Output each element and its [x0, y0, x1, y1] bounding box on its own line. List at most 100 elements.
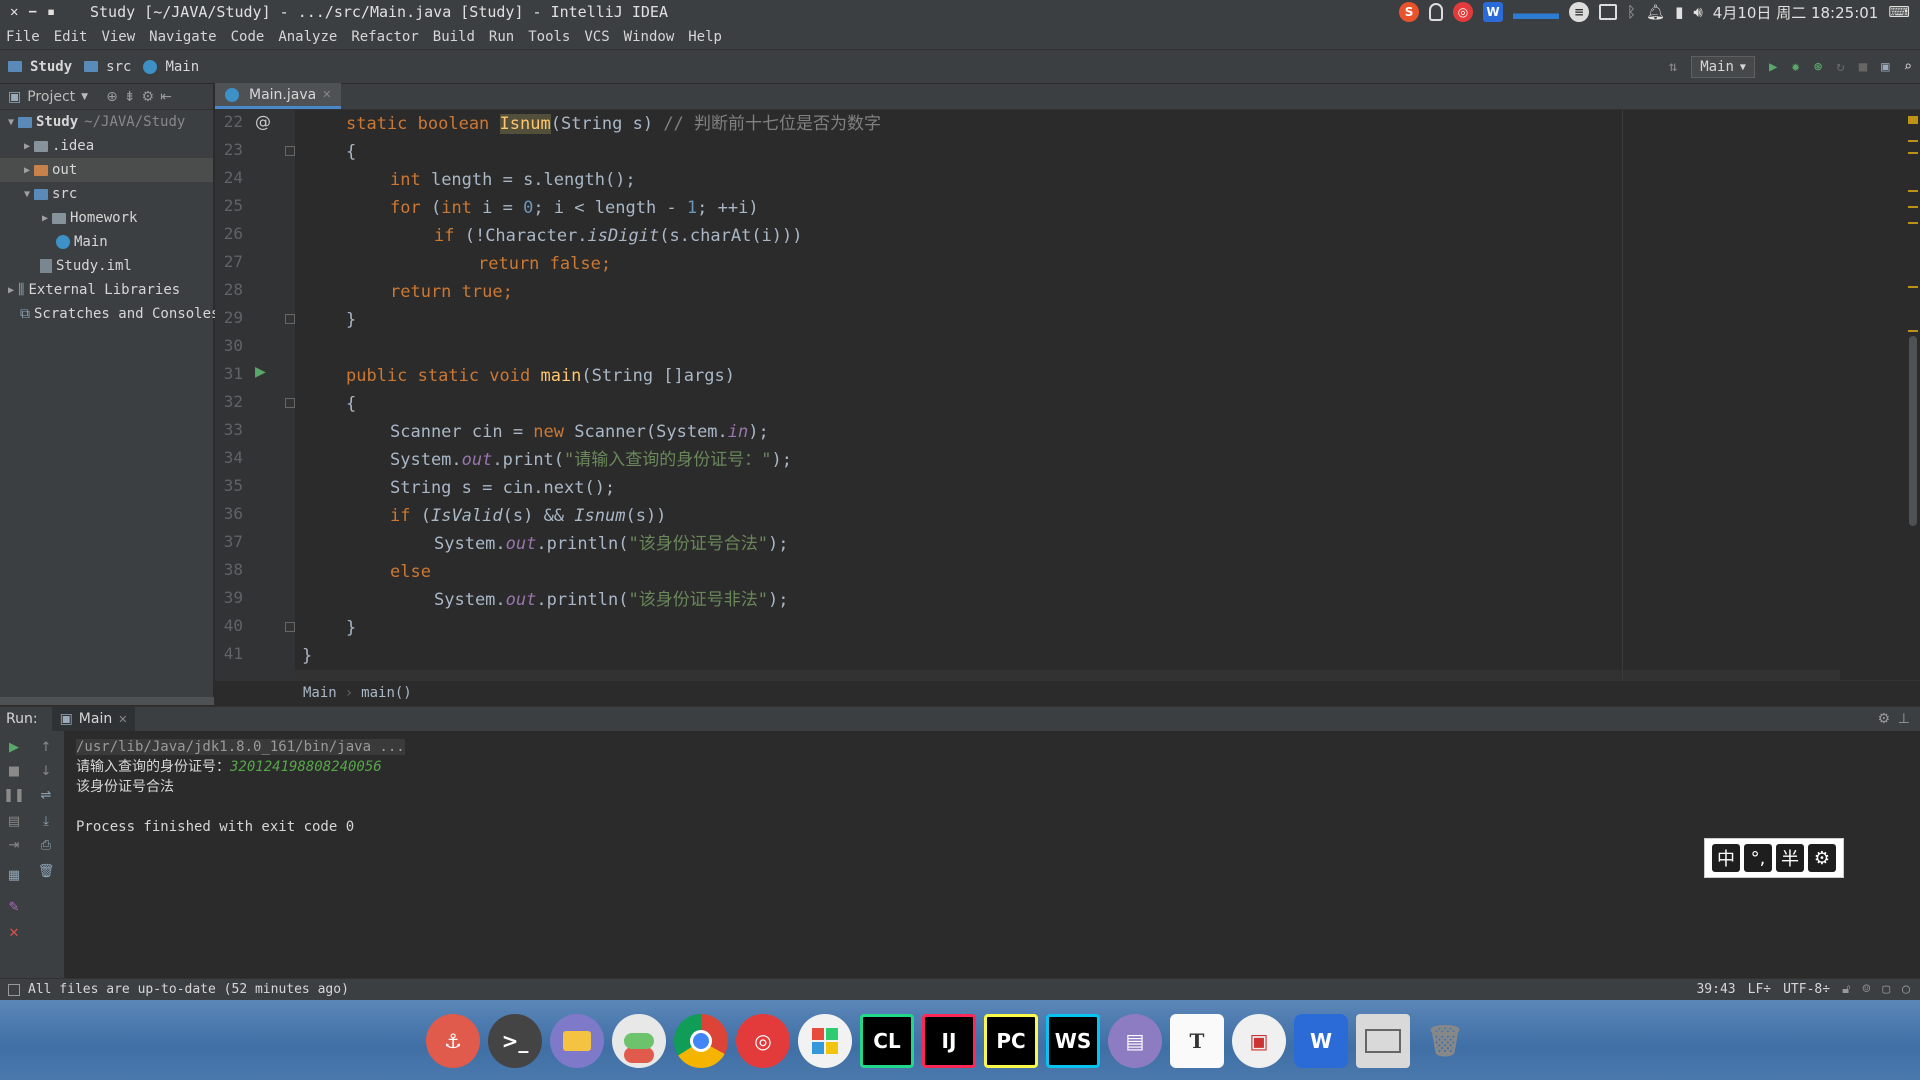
menu-help[interactable]: Help	[688, 29, 722, 45]
remote-desktop-icon[interactable]: ▣	[1232, 1014, 1286, 1068]
nav-crumb-src[interactable]: src	[84, 59, 131, 75]
text-editor-icon[interactable]: ▤	[1108, 1014, 1162, 1068]
warning-marker[interactable]	[1908, 190, 1918, 192]
rerun-icon[interactable]: ▶	[6, 739, 22, 755]
caret-position[interactable]: 39:43	[1696, 982, 1735, 997]
tree-item-main[interactable]: Main	[0, 230, 213, 254]
pause-icon[interactable]: ❚❚	[3, 787, 25, 803]
launcher-anchor-icon[interactable]: ⚓	[426, 1014, 480, 1068]
vertical-scrollbar-thumb[interactable]	[1909, 336, 1917, 526]
menu-refactor[interactable]: Refactor	[351, 29, 418, 45]
target-icon[interactable]: ⊕	[106, 89, 118, 105]
project-header-label[interactable]: Project	[27, 89, 75, 105]
pin-icon[interactable]: ✎	[6, 899, 22, 915]
notification-icon[interactable]: ◯	[1902, 982, 1910, 997]
tree-item-external-libraries[interactable]: ▶ ⫼ External Libraries	[0, 278, 213, 302]
breadcrumb-class[interactable]: Main	[303, 685, 337, 701]
menu-tools[interactable]: Tools	[528, 29, 570, 45]
menu-window[interactable]: Window	[624, 29, 675, 45]
warning-marker[interactable]	[1908, 152, 1918, 154]
maximize-window-icon[interactable]: ▪	[47, 4, 55, 20]
exit-icon[interactable]: ⇥	[6, 837, 22, 853]
ime-half-width[interactable]: 半	[1776, 844, 1804, 872]
intellij-icon[interactable]: IJ	[922, 1014, 976, 1068]
project-structure-icon[interactable]: ▣	[1881, 59, 1889, 75]
network-graph-icon[interactable]	[1513, 5, 1560, 19]
gear-icon[interactable]: ⚙	[142, 89, 155, 105]
fold-icon[interactable]	[285, 622, 295, 632]
warning-marker[interactable]	[1908, 140, 1918, 142]
bulb-icon[interactable]	[1429, 3, 1444, 21]
tree-item-out[interactable]: ▶ out	[0, 158, 213, 182]
window-icon[interactable]	[1599, 4, 1618, 20]
file-encoding[interactable]: UTF-8÷	[1783, 982, 1830, 997]
console-output[interactable]: /usr/lib/Java/jdk1.8.0_161/bin/java ... …	[76, 737, 405, 837]
warning-marker[interactable]	[1908, 116, 1918, 124]
lock-icon[interactable]: 🔓︎	[1842, 982, 1850, 997]
control-center-icon[interactable]	[612, 1014, 666, 1068]
notification-bell-icon[interactable]: 🔔︎	[1646, 3, 1665, 21]
minimize-panel-icon[interactable]: ⊥	[1898, 711, 1910, 727]
warning-marker[interactable]	[1908, 222, 1918, 224]
close-tab-icon[interactable]: ✕	[322, 88, 331, 101]
tree-item-src[interactable]: ▼ src	[0, 182, 213, 206]
tree-item-study[interactable]: ▼ Study ~/JAVA/Study	[0, 110, 213, 134]
menu-circle-icon[interactable]: ≡	[1569, 2, 1590, 22]
scroll-to-end-icon[interactable]: ⤓	[38, 813, 54, 829]
sogou-icon[interactable]: S	[1399, 2, 1420, 22]
fold-icon[interactable]	[285, 146, 295, 156]
file-manager-icon[interactable]	[550, 1014, 604, 1068]
app-store-icon[interactable]	[798, 1014, 852, 1068]
soft-wrap-icon[interactable]: ⇌	[38, 787, 54, 803]
tree-item-homework[interactable]: ▶ Homework	[0, 206, 213, 230]
gear-icon[interactable]: ⚙	[1877, 711, 1890, 727]
run-gutter-icon[interactable]: ▶	[255, 364, 266, 380]
clion-icon[interactable]: CL	[860, 1014, 914, 1068]
profile-icon[interactable]: ↻	[1836, 59, 1844, 75]
run-config-select[interactable]: Main ▼	[1691, 56, 1755, 78]
layout-icon[interactable]: ▦	[6, 867, 22, 883]
tab-main-java[interactable]: Main.java ✕	[215, 83, 342, 109]
keyboard-icon[interactable]: ⌨	[1888, 3, 1910, 21]
event-log-icon[interactable]: ▢	[1882, 982, 1890, 997]
coverage-icon[interactable]: ⊛	[1814, 59, 1822, 75]
wps-writer-icon[interactable]: W	[1294, 1014, 1348, 1068]
terminal-icon[interactable]: >_	[488, 1014, 542, 1068]
netease-music-icon[interactable]: ◎	[736, 1014, 790, 1068]
ime-chinese-mode[interactable]: 中	[1712, 844, 1740, 872]
menu-edit[interactable]: Edit	[54, 29, 88, 45]
menu-code[interactable]: Code	[231, 29, 265, 45]
netease-music-icon[interactable]: ◎	[1453, 2, 1474, 22]
fold-icon[interactable]	[285, 314, 295, 324]
line-separator[interactable]: LF÷	[1748, 982, 1771, 997]
menu-build[interactable]: Build	[433, 29, 475, 45]
dump-threads-icon[interactable]: ▤	[6, 813, 22, 829]
warning-marker[interactable]	[1908, 330, 1918, 332]
menu-vcs[interactable]: VCS	[584, 29, 609, 45]
minimize-window-icon[interactable]: −	[28, 4, 36, 20]
collapsed-arrow-icon[interactable]: ▶	[20, 141, 34, 152]
battery-icon[interactable]: ▮	[1675, 3, 1683, 21]
bluetooth-icon[interactable]: ᛒ	[1627, 3, 1636, 21]
hide-icon[interactable]: ⇤	[160, 89, 172, 105]
close-window-icon[interactable]: ✕	[10, 4, 18, 20]
tree-item-idea[interactable]: ▶ .idea	[0, 134, 213, 158]
stop-icon[interactable]: ■	[1859, 59, 1867, 75]
wps-icon[interactable]: W	[1483, 2, 1504, 22]
build-icon[interactable]: ⇅	[1669, 59, 1677, 75]
nav-crumb-study[interactable]: Study	[8, 59, 72, 75]
code-area[interactable]: static boolean Isnum(String s) // 判断前十七位…	[295, 110, 1795, 680]
expand-arrow-icon[interactable]: ▼	[4, 117, 18, 128]
override-marker-icon[interactable]: @	[255, 112, 271, 131]
tool-windows-icon[interactable]	[8, 983, 20, 996]
webstorm-icon[interactable]: WS	[1046, 1014, 1100, 1068]
debug-icon[interactable]: ✹	[1791, 59, 1799, 75]
close-icon[interactable]: ✕	[6, 925, 22, 941]
nav-crumb-main[interactable]: Main	[143, 59, 199, 75]
horizontal-scrollbar[interactable]	[0, 697, 214, 705]
expand-arrow-icon[interactable]: ▼	[20, 189, 34, 200]
scroll-down-icon[interactable]: ↓	[38, 763, 54, 779]
breadcrumb-method[interactable]: main()	[361, 685, 412, 701]
chevron-down-icon[interactable]: ▼	[81, 92, 88, 102]
ime-punctuation[interactable]: °,	[1744, 844, 1772, 872]
